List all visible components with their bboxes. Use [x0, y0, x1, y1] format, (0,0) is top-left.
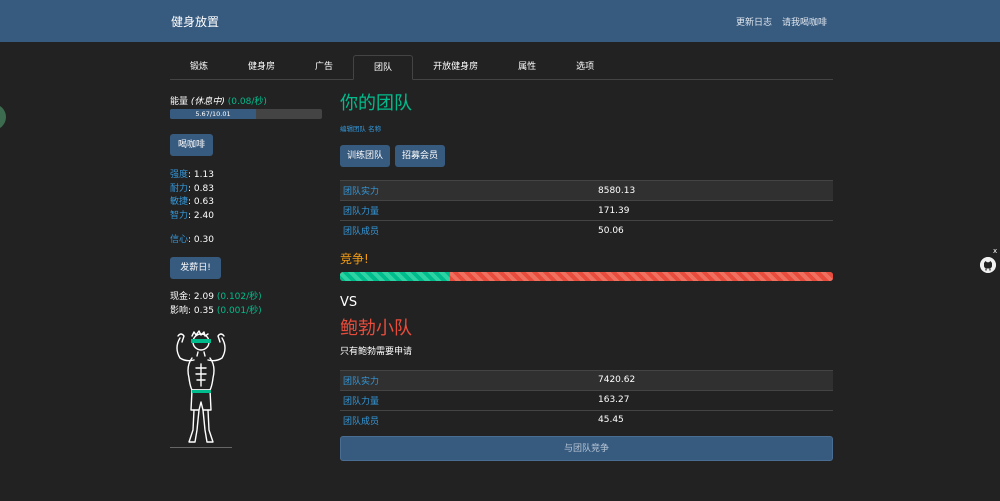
- tab-ads[interactable]: 广告: [295, 55, 353, 80]
- stat-endurance: 耐力: 0.83: [170, 183, 214, 194]
- team-members-value: 50.06: [595, 220, 833, 241]
- resources: 现金: 2.09 (0.102/秒) 影响: 0.35 (0.001/秒): [170, 291, 322, 318]
- stat-label[interactable]: 耐力: [170, 184, 188, 194]
- sidebar: 能量 (休息中) (0.08/秒) 5.67/10.01 喝咖啡 强度: 1.1…: [170, 94, 322, 451]
- edit-team-name-link[interactable]: 编辑团队 名称: [340, 123, 833, 133]
- tab-workout[interactable]: 锻炼: [170, 55, 228, 80]
- stat-label[interactable]: 强度: [170, 170, 188, 180]
- enemy-strength-value: 163.27: [595, 389, 833, 410]
- table-row: 团队力量 163.27: [340, 389, 833, 410]
- team-power-label: 团队实力: [340, 180, 595, 201]
- competition-my-share: [340, 271, 450, 281]
- money-value: 2.09: [193, 292, 214, 302]
- confidence-label[interactable]: 信心: [170, 235, 188, 245]
- stat-agility: 敏捷: 0.63: [170, 197, 214, 207]
- side-handle-icon[interactable]: [0, 104, 6, 130]
- athlete-figure-icon: [170, 330, 232, 448]
- competition-progress-bar: [340, 271, 833, 281]
- influence-label: 影响: [170, 305, 189, 316]
- team-panel: 你的团队 编辑团队 名称 训练团队 招募会员 团队实力 8580.13 团队力量…: [340, 93, 833, 461]
- table-row: 团队成员 50.06: [340, 220, 833, 241]
- tab-attributes[interactable]: 属性: [498, 55, 556, 80]
- stat-label[interactable]: 智力: [170, 211, 188, 221]
- compete-with-team-button[interactable]: 与团队竞争: [340, 436, 833, 461]
- github-icon[interactable]: [980, 257, 996, 273]
- buy-coffee-link[interactable]: 请我喝咖啡: [782, 15, 827, 28]
- team-power-value: 8580.13: [595, 180, 833, 201]
- tab-team[interactable]: 团队: [353, 55, 414, 80]
- enemy-team-description: 只有鲍勃需要申请: [340, 346, 413, 357]
- team-actions: 训练团队 招募会员: [340, 145, 833, 167]
- table-row: 团队实力 8580.13: [340, 180, 833, 201]
- tab-open-gym[interactable]: 开放健身房: [413, 55, 498, 80]
- stat-value: 0.83: [193, 183, 214, 194]
- table-row: 团队力量 171.39: [340, 200, 833, 221]
- team-strength-label: 团队力量: [340, 200, 595, 221]
- payday-button[interactable]: 发薪日!: [170, 257, 221, 279]
- enemy-members-label: 团队成员: [340, 409, 595, 430]
- versus-label: VS: [340, 294, 358, 310]
- energy-progress-text: 5.67/10.01: [195, 110, 231, 118]
- enemy-stats-table: 团队实力 7420.62 团队力量 163.27 团队成员 45.45: [340, 369, 833, 430]
- energy-line: 能量 (休息中) (0.08/秒): [170, 94, 322, 107]
- competition-title: 竞争!: [340, 251, 369, 266]
- enemy-power-value: 7420.62: [595, 369, 833, 390]
- stats-list: 强度: 1.13 耐力: 0.83 敏捷: 0.63 智力: 2.40: [170, 169, 322, 223]
- changelog-link[interactable]: 更新日志: [736, 15, 772, 28]
- influence-value: 0.35: [193, 305, 214, 316]
- energy-rate: (0.08/秒): [227, 97, 267, 107]
- enemy-members-value: 45.45: [595, 409, 833, 430]
- team-title: 你的团队: [340, 93, 412, 114]
- stat-value: 2.40: [193, 210, 214, 221]
- tab-options[interactable]: 选项: [556, 55, 614, 80]
- main-tabs: 锻炼 健身房 广告 团队 开放健身房 属性 选项: [170, 55, 833, 80]
- recruit-member-button[interactable]: 招募会员: [395, 145, 446, 167]
- influence-rate: (0.001/秒): [216, 305, 262, 316]
- train-team-button[interactable]: 训练团队: [340, 145, 391, 167]
- money-rate: (0.102/秒): [216, 292, 262, 302]
- stat-value: 0.63: [193, 197, 214, 207]
- influence-line: 影响: 0.35 (0.001/秒): [170, 305, 262, 316]
- stat-intelligence: 智力: 2.40: [170, 210, 214, 221]
- energy-label: 能量: [170, 97, 189, 107]
- tab-gym[interactable]: 健身房: [228, 55, 295, 80]
- team-strength-value: 171.39: [595, 200, 833, 221]
- money-label: 现金: [170, 292, 189, 302]
- nav-links: 更新日志 请我喝咖啡: [736, 15, 827, 28]
- stat-strength: 强度: 1.13: [170, 170, 214, 180]
- close-icon[interactable]: x: [993, 247, 997, 255]
- app-brand[interactable]: 健身放置: [171, 13, 219, 30]
- money-line: 现金: 2.09 (0.102/秒): [170, 292, 262, 302]
- energy-state: (休息中): [190, 97, 225, 107]
- drink-coffee-button[interactable]: 喝咖啡: [170, 134, 213, 156]
- energy-progress-bar: 5.67/10.01: [170, 109, 322, 119]
- enemy-team-title: 鲍勃小队: [340, 317, 412, 339]
- stat-value: 1.13: [193, 170, 214, 180]
- stat-confidence: 信心: 0.30: [170, 235, 214, 245]
- team-members-label: 团队成员: [340, 220, 595, 241]
- table-row: 团队成员 45.45: [340, 409, 833, 430]
- confidence-value: 0.30: [193, 235, 214, 245]
- table-row: 团队实力 7420.62: [340, 369, 833, 390]
- enemy-strength-label: 团队力量: [340, 389, 595, 410]
- navbar: 健身放置 更新日志 请我喝咖啡: [0, 0, 1000, 42]
- team-stats-table: 团队实力 8580.13 团队力量 171.39 团队成员 50.06: [340, 180, 833, 241]
- competition-enemy-share: [449, 271, 833, 281]
- stat-label[interactable]: 敏捷: [170, 197, 188, 207]
- enemy-power-label: 团队实力: [340, 369, 595, 390]
